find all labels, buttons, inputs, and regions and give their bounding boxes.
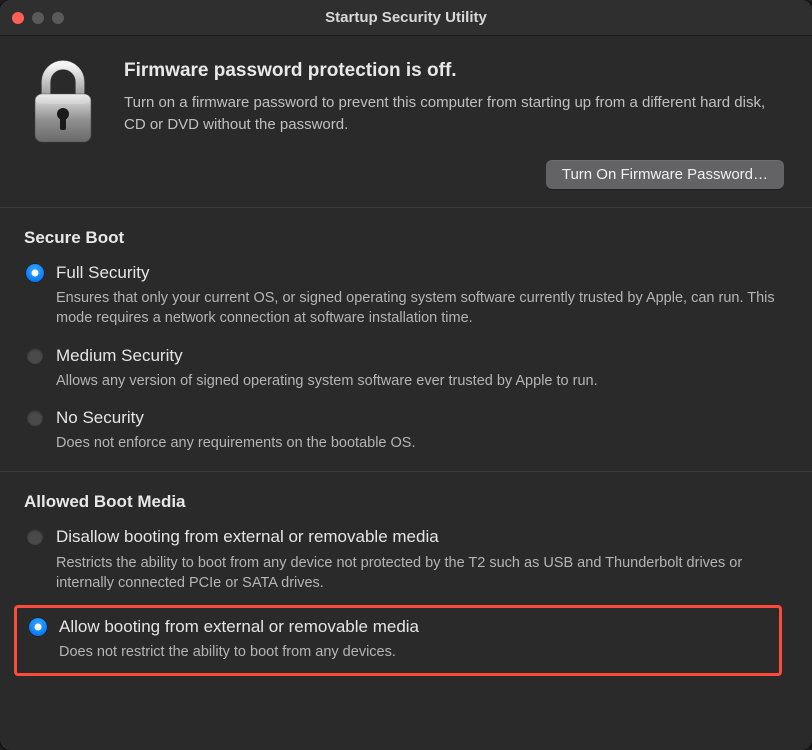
radio-medium-security[interactable]: Medium Security Allows any version of si… (24, 345, 788, 391)
radio-no-security[interactable]: No Security Does not enforce any require… (24, 407, 788, 453)
radio-button-icon (29, 618, 47, 636)
boot-media-radio-group: Disallow booting from external or remova… (24, 526, 788, 675)
close-window-button[interactable] (12, 12, 24, 24)
window-controls (12, 12, 64, 24)
turn-on-firmware-password-button[interactable]: Turn On Firmware Password… (546, 160, 784, 189)
content-area: Firmware password protection is off. Tur… (0, 36, 812, 694)
radio-description: Restricts the ability to boot from any d… (56, 553, 788, 594)
firmware-text-block: Firmware password protection is off. Tur… (124, 56, 788, 136)
lock-icon (24, 56, 102, 146)
secure-boot-radio-group: Full Security Ensures that only your cur… (24, 262, 788, 453)
radio-description: Does not enforce any requirements on the… (56, 433, 788, 453)
secure-boot-title: Secure Boot (24, 228, 788, 248)
radio-description: Ensures that only your current OS, or si… (56, 288, 788, 329)
radio-description: Allows any version of signed operating s… (56, 371, 788, 391)
radio-allow-external-boot[interactable]: Allow booting from external or removable… (27, 616, 769, 662)
radio-button-icon (26, 347, 44, 365)
radio-label: Full Security (56, 262, 788, 284)
secure-boot-section: Secure Boot Full Security Ensures that o… (0, 208, 812, 472)
firmware-password-section: Firmware password protection is off. Tur… (0, 36, 812, 208)
app-window: Startup Security Utility (0, 0, 812, 750)
radio-disallow-external-boot[interactable]: Disallow booting from external or remova… (24, 526, 788, 593)
minimize-window-button[interactable] (32, 12, 44, 24)
firmware-info-row: Firmware password protection is off. Tur… (24, 56, 788, 146)
radio-full-security[interactable]: Full Security Ensures that only your cur… (24, 262, 788, 329)
radio-button-icon (26, 409, 44, 427)
radio-button-icon (26, 528, 44, 546)
maximize-window-button[interactable] (52, 12, 64, 24)
radio-description: Does not restrict the ability to boot fr… (59, 642, 769, 662)
radio-button-icon (26, 264, 44, 282)
boot-media-title: Allowed Boot Media (24, 492, 788, 512)
firmware-heading: Firmware password protection is off. (124, 60, 788, 82)
window-title: Startup Security Utility (0, 9, 812, 26)
radio-label: No Security (56, 407, 788, 429)
radio-label: Allow booting from external or removable… (59, 616, 769, 638)
radio-label: Disallow booting from external or remova… (56, 526, 788, 548)
highlight-annotation: Allow booting from external or removable… (14, 605, 782, 675)
firmware-description: Turn on a firmware password to prevent t… (124, 92, 788, 136)
titlebar: Startup Security Utility (0, 0, 812, 36)
radio-label: Medium Security (56, 345, 788, 367)
boot-media-section: Allowed Boot Media Disallow booting from… (0, 472, 812, 693)
firmware-button-row: Turn On Firmware Password… (24, 160, 788, 189)
